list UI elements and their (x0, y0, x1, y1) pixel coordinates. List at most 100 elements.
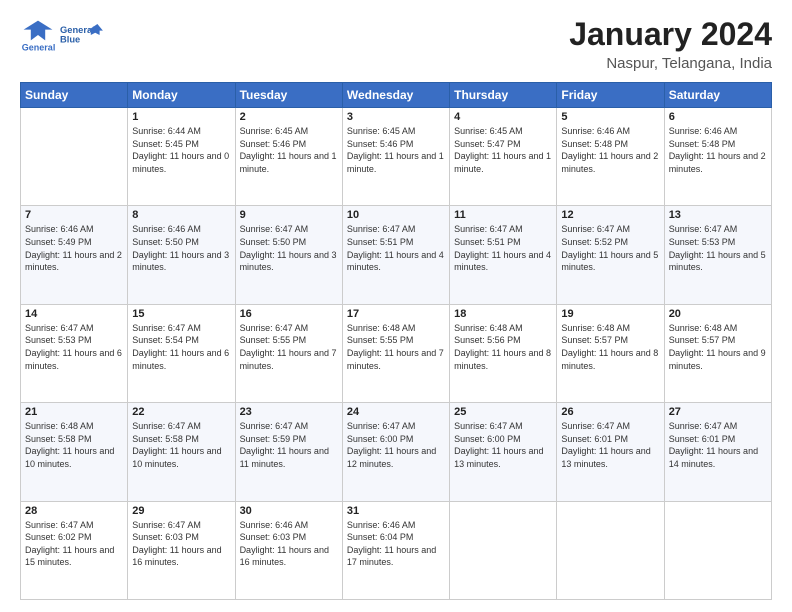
day-number: 21 (25, 406, 123, 418)
title-area: January 2024 Naspur, Telangana, India (569, 16, 772, 72)
cell-info: Sunrise: 6:47 AMSunset: 5:53 PMDaylight:… (25, 322, 123, 372)
day-number: 15 (132, 308, 230, 320)
calendar-cell (21, 108, 128, 206)
cell-info: Sunrise: 6:47 AMSunset: 6:01 PMDaylight:… (669, 420, 767, 470)
day-number: 7 (25, 209, 123, 221)
calendar-cell: 11Sunrise: 6:47 AMSunset: 5:51 PMDayligh… (450, 206, 557, 304)
svg-text:General: General (22, 42, 56, 52)
calendar-cell: 31 Sunrise: 6:46 AMSunset: 6:04 PMDayligh… (342, 501, 449, 599)
calendar-cell: 12 Sunrise: 6:47 AMSunset: 5:52 PMDayligh… (557, 206, 664, 304)
day-number: 26 (561, 406, 659, 418)
day-number: 22 (132, 406, 230, 418)
calendar-cell: 1 Sunrise: 6:44 AMSunset: 5:45 PMDaylight… (128, 108, 235, 206)
calendar-cell (450, 501, 557, 599)
calendar-cell: 6Sunrise: 6:46 AMSunset: 5:48 PMDaylight… (664, 108, 771, 206)
calendar-cell: 23 Sunrise: 6:47 AMSunset: 5:59 PMDayligh… (235, 403, 342, 501)
header: General General Blue January 2024 Naspur… (20, 16, 772, 72)
calendar-cell: 8Sunrise: 6:46 AMSunset: 5:50 PMDaylight… (128, 206, 235, 304)
calendar-cell: 15Sunrise: 6:47 AMSunset: 5:54 PMDayligh… (128, 304, 235, 402)
calendar-header-row: SundayMondayTuesdayWednesdayThursdayFrid… (21, 83, 772, 108)
cell-info: Sunrise: 6:48 AMSunset: 5:57 PMDaylight:… (669, 322, 767, 372)
day-number: 4 (454, 111, 552, 123)
cell-info: Sunrise: 6:46 AMSunset: 5:50 PMDaylight:… (132, 223, 230, 273)
calendar-week-0: 1 Sunrise: 6:44 AMSunset: 5:45 PMDaylight… (21, 108, 772, 206)
cell-info: Sunrise: 6:46 AMSunset: 6:03 PMDaylight:… (240, 519, 338, 569)
day-number: 6 (669, 111, 767, 123)
day-number: 20 (669, 308, 767, 320)
day-header-wednesday: Wednesday (342, 83, 449, 108)
calendar-cell: 5Sunrise: 6:46 AMSunset: 5:48 PMDaylight… (557, 108, 664, 206)
cell-info: Sunrise: 6:44 AMSunset: 5:45 PMDaylight:… (132, 125, 230, 175)
day-number: 27 (669, 406, 767, 418)
calendar-week-1: 7 Sunrise: 6:46 AMSunset: 5:49 PMDaylight… (21, 206, 772, 304)
cell-info: Sunrise: 6:47 AMSunset: 5:51 PMDaylight:… (454, 223, 552, 273)
day-number: 14 (25, 308, 123, 320)
calendar-week-2: 14 Sunrise: 6:47 AMSunset: 5:53 PMDayligh… (21, 304, 772, 402)
day-header-monday: Monday (128, 83, 235, 108)
cell-info: Sunrise: 6:47 AMSunset: 6:00 PMDaylight:… (347, 420, 445, 470)
page: General General Blue January 2024 Naspur… (0, 0, 792, 612)
month-title: January 2024 (569, 16, 772, 53)
calendar-cell: 19Sunrise: 6:48 AMSunset: 5:57 PMDayligh… (557, 304, 664, 402)
cell-info: Sunrise: 6:48 AMSunset: 5:55 PMDaylight:… (347, 322, 445, 372)
cell-info: Sunrise: 6:47 AMSunset: 5:50 PMDaylight:… (240, 223, 338, 273)
calendar-cell: 10Sunrise: 6:47 AMSunset: 5:51 PMDayligh… (342, 206, 449, 304)
location: Naspur, Telangana, India (569, 55, 772, 72)
calendar-week-3: 21 Sunrise: 6:48 AMSunset: 5:58 PMDayligh… (21, 403, 772, 501)
general-blue-logo: General Blue (60, 16, 104, 54)
calendar-cell: 18 Sunrise: 6:48 AMSunset: 5:56 PMDayligh… (450, 304, 557, 402)
calendar-cell: 30Sunrise: 6:46 AMSunset: 6:03 PMDayligh… (235, 501, 342, 599)
day-number: 25 (454, 406, 552, 418)
cell-info: Sunrise: 6:47 AMSunset: 5:52 PMDaylight:… (561, 223, 659, 273)
cell-info: Sunrise: 6:46 AMSunset: 5:48 PMDaylight:… (561, 125, 659, 175)
calendar-cell (664, 501, 771, 599)
day-number: 31 (347, 505, 445, 517)
cell-info: Sunrise: 6:47 AMSunset: 6:00 PMDaylight:… (454, 420, 552, 470)
cell-info: Sunrise: 6:47 AMSunset: 6:03 PMDaylight:… (132, 519, 230, 569)
calendar-cell (557, 501, 664, 599)
calendar-cell: 28 Sunrise: 6:47 AMSunset: 6:02 PMDayligh… (21, 501, 128, 599)
day-header-sunday: Sunday (21, 83, 128, 108)
day-number: 23 (240, 406, 338, 418)
calendar-cell: 17 Sunrise: 6:48 AMSunset: 5:55 PMDayligh… (342, 304, 449, 402)
calendar-cell: 21 Sunrise: 6:48 AMSunset: 5:58 PMDayligh… (21, 403, 128, 501)
svg-text:Blue: Blue (60, 35, 80, 45)
logo-icon: General (20, 17, 56, 53)
day-number: 9 (240, 209, 338, 221)
cell-info: Sunrise: 6:47 AMSunset: 5:55 PMDaylight:… (240, 322, 338, 372)
calendar-table: SundayMondayTuesdayWednesdayThursdayFrid… (20, 82, 772, 600)
cell-info: Sunrise: 6:46 AMSunset: 6:04 PMDaylight:… (347, 519, 445, 569)
day-number: 12 (561, 209, 659, 221)
day-number: 29 (132, 505, 230, 517)
calendar-cell: 9 Sunrise: 6:47 AMSunset: 5:50 PMDaylight… (235, 206, 342, 304)
calendar-cell: 4 Sunrise: 6:45 AMSunset: 5:47 PMDaylight… (450, 108, 557, 206)
calendar-cell: 2Sunrise: 6:45 AMSunset: 5:46 PMDaylight… (235, 108, 342, 206)
cell-info: Sunrise: 6:47 AMSunset: 5:53 PMDaylight:… (669, 223, 767, 273)
cell-info: Sunrise: 6:47 AMSunset: 5:59 PMDaylight:… (240, 420, 338, 470)
calendar-cell: 14 Sunrise: 6:47 AMSunset: 5:53 PMDayligh… (21, 304, 128, 402)
cell-info: Sunrise: 6:46 AMSunset: 5:49 PMDaylight:… (25, 223, 123, 273)
day-number: 17 (347, 308, 445, 320)
calendar-cell: 24 Sunrise: 6:47 AMSunset: 6:00 PMDayligh… (342, 403, 449, 501)
cell-info: Sunrise: 6:45 AMSunset: 5:47 PMDaylight:… (454, 125, 552, 175)
calendar-cell: 26 Sunrise: 6:47 AMSunset: 6:01 PMDayligh… (557, 403, 664, 501)
calendar-cell: 29 Sunrise: 6:47 AMSunset: 6:03 PMDayligh… (128, 501, 235, 599)
day-number: 28 (25, 505, 123, 517)
cell-info: Sunrise: 6:48 AMSunset: 5:57 PMDaylight:… (561, 322, 659, 372)
day-header-thursday: Thursday (450, 83, 557, 108)
calendar-cell: 27 Sunrise: 6:47 AMSunset: 6:01 PMDayligh… (664, 403, 771, 501)
day-number: 18 (454, 308, 552, 320)
cell-info: Sunrise: 6:48 AMSunset: 5:58 PMDaylight:… (25, 420, 123, 470)
calendar-cell: 22 Sunrise: 6:47 AMSunset: 5:58 PMDayligh… (128, 403, 235, 501)
cell-info: Sunrise: 6:47 AMSunset: 6:02 PMDaylight:… (25, 519, 123, 569)
day-number: 2 (240, 111, 338, 123)
calendar-cell: 13Sunrise: 6:47 AMSunset: 5:53 PMDayligh… (664, 206, 771, 304)
cell-info: Sunrise: 6:47 AMSunset: 6:01 PMDaylight:… (561, 420, 659, 470)
cell-info: Sunrise: 6:47 AMSunset: 5:58 PMDaylight:… (132, 420, 230, 470)
day-header-friday: Friday (557, 83, 664, 108)
calendar-cell: 20 Sunrise: 6:48 AMSunset: 5:57 PMDayligh… (664, 304, 771, 402)
day-number: 24 (347, 406, 445, 418)
cell-info: Sunrise: 6:48 AMSunset: 5:56 PMDaylight:… (454, 322, 552, 372)
day-header-tuesday: Tuesday (235, 83, 342, 108)
day-number: 1 (132, 111, 230, 123)
